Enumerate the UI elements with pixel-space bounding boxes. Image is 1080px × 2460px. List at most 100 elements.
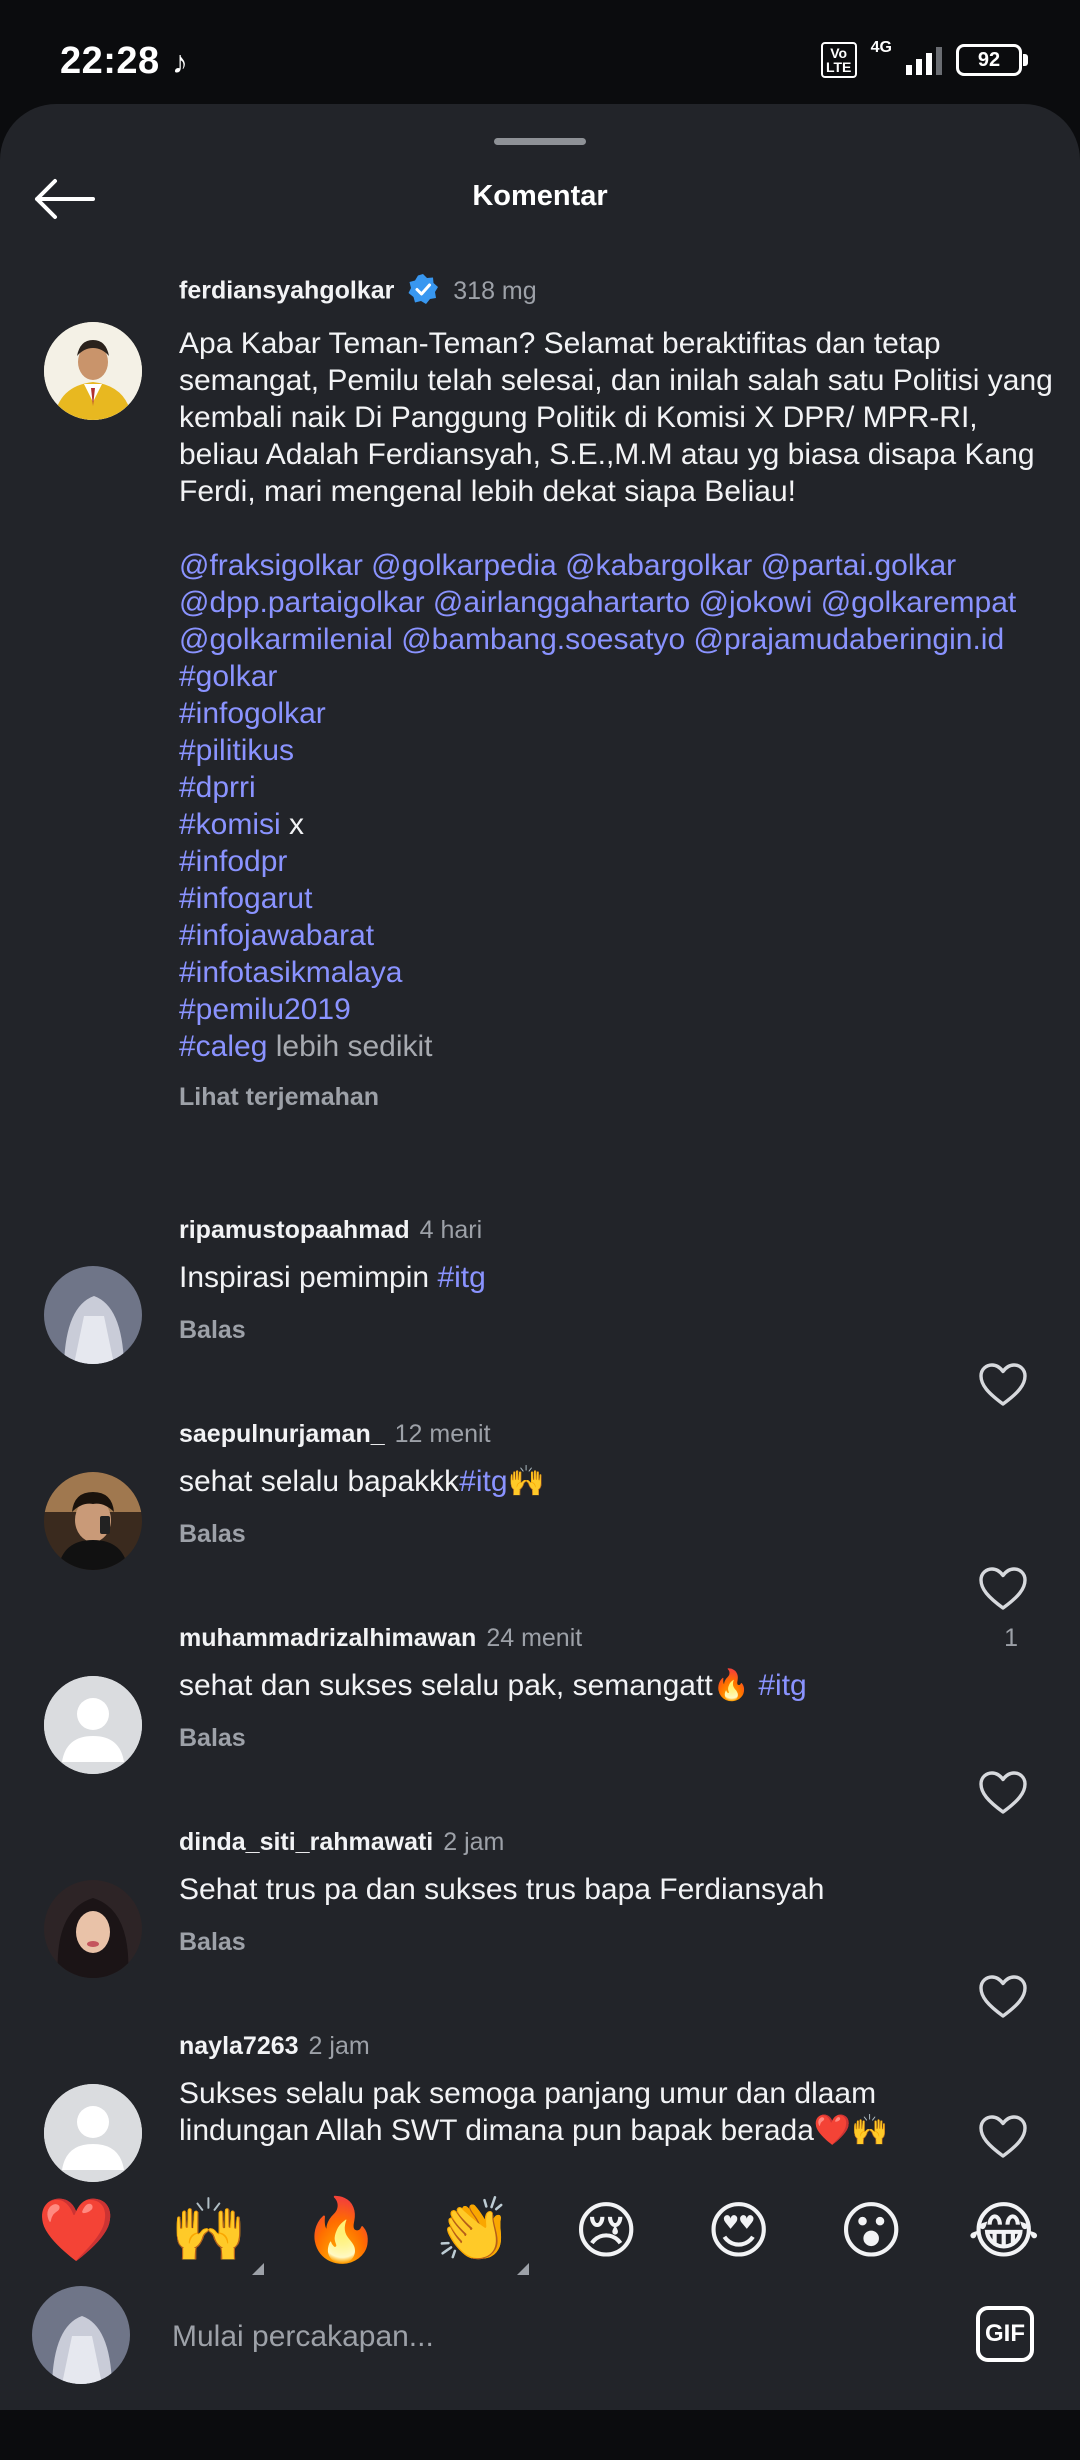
comment-time: 4 hari [419,1216,483,1244]
caption-tags: @fraksigolkar @golkarpedia @kabargolkar … [179,547,1059,1065]
my-avatar-image [32,2286,130,2384]
author-avatar[interactable] [44,322,142,420]
avatar[interactable] [44,1266,142,1364]
battery-icon: 92 [956,44,1028,76]
mention-line[interactable]: @dpp.partaigolkar @airlanggahartarto @jo… [179,584,1059,621]
like-heart-icon[interactable] [978,1770,1028,1816]
like-heart-icon[interactable] [978,1974,1028,2020]
hashtag-link[interactable]: #pemilu2019 [179,991,1059,1028]
comment-time: 2 jam [308,2032,370,2060]
reaction-laughing[interactable]: 😂 [959,2194,1049,2267]
comment-time: 12 menit [394,1420,491,1448]
hashtag-link[interactable]: #itg [437,1261,485,1294]
hashtag-link[interactable]: #golkar [179,658,1059,695]
comment-body: nayla7263 2 jam Sukses selalu pak semoga … [179,2032,940,2149]
battery-level: 92 [977,48,1001,71]
avatar[interactable] [44,1472,142,1570]
hashtag-link[interactable]: #dprri [179,769,1059,806]
hashtag-link[interactable]: #infotasikmalaya [179,954,1059,991]
comment-username[interactable]: muhammadrizalhimawan [179,1624,476,1652]
my-avatar [32,2286,130,2384]
hashtag-link[interactable]: #infogarut [179,880,1059,917]
caption-time: 318 mg [453,276,537,305]
reaction-clap[interactable]: 👏 [429,2194,529,2275]
avatar[interactable] [44,1676,142,1774]
comment-username[interactable]: nayla7263 [179,2032,299,2060]
reaction-crying[interactable]: 😢 [561,2194,651,2267]
tiktok-icon: ♪ [172,44,188,80]
reaction-raising-hands[interactable]: 🙌 [164,2194,264,2275]
page-title: Komentar [472,180,608,212]
reaction-emoji: 😢 [573,2196,639,2266]
like-heart-icon[interactable] [978,2114,1028,2160]
comment-body: muhammadrizalhimawan 24 menit sehat dan s… [179,1624,940,1753]
network-type: 4G [870,39,892,56]
comment-username[interactable]: dinda_siti_rahmawati [179,1828,433,1856]
hashtag-link[interactable]: #komisi [179,808,281,841]
comment-text: sehat selalu bapakkk#itg🙌 [179,1463,940,1500]
reaction-surprised[interactable]: 😮 [826,2194,916,2267]
comment-body: dinda_siti_rahmawati 2 jam Sehat trus pa … [179,1828,940,1957]
mention-line[interactable]: @fraksigolkar @golkarpedia @kabargolkar … [179,547,1059,584]
hashtag-link[interactable]: #caleg [179,1030,267,1063]
author-username[interactable]: ferdiansyahgolkar [179,277,394,305]
volte-icon: Vo LTE [820,42,857,78]
caption: ferdiansyahgolkar 318 mg Apa Kabar Teman… [179,273,1059,1112]
hashtag-link[interactable]: #itg [459,1465,507,1498]
comment-username[interactable]: saepulnurjaman_ [179,1420,385,1448]
avatar[interactable] [44,2084,142,2182]
reply-button[interactable]: Balas [179,1928,246,1957]
comment-time: 2 jam [443,1828,505,1856]
verified-icon [407,273,439,310]
reaction-emoji: 🙌 [170,2195,248,2265]
hashtag-link[interactable]: #infodpr [179,843,1059,880]
avatar-image [44,1472,142,1570]
hashtag-link[interactable]: #infojawabarat [179,917,1059,954]
comment-emoji: 🙌 [507,1465,545,1498]
signal-icon [906,45,942,75]
show-less-link[interactable]: lebih sedikit [267,1030,433,1063]
drag-handle[interactable] [494,138,586,145]
comment-composer: GIF [0,2280,1080,2410]
system-nav-bar [0,2410,1080,2460]
caption-text: Apa Kabar Teman-Teman? Selamat beraktifi… [179,327,1053,508]
default-avatar-icon [44,2084,142,2182]
see-translation-link[interactable]: Lihat terjemahan [179,1083,1059,1112]
like-heart-icon[interactable] [978,1566,1028,1612]
reaction-emoji: 🔥 [302,2195,380,2265]
reply-button[interactable]: Balas [179,1724,246,1753]
hashtag-link[interactable]: #infogolkar [179,695,1059,732]
comment-input[interactable] [170,2306,934,2368]
comment-text: sehat dan sukses selalu pak, semangatt🔥 … [179,1667,940,1704]
reply-button[interactable]: Balas [179,1316,246,1345]
reaction-emoji: 😮 [838,2196,904,2266]
comment-text-body: sehat dan sukses selalu pak, semangatt🔥 [179,1669,759,1702]
reaction-heart[interactable]: ❤️ [31,2194,121,2267]
reply-button[interactable]: Balas [179,1520,246,1549]
reaction-fire[interactable]: 🔥 [296,2194,386,2267]
gif-label: GIF [985,2320,1025,2347]
mention-line[interactable]: @golkarmilenial @bambang.soesatyo @praja… [179,621,1059,658]
avatar-image [44,1266,142,1364]
comment-time: 24 menit [486,1624,583,1652]
reaction-heart-eyes[interactable]: 😍 [694,2194,784,2267]
hashtag-link[interactable]: #itg [758,1669,806,1702]
hashtag-link[interactable]: #pilitikus [179,732,1059,769]
skin-tone-indicator [251,2262,264,2275]
avatar-image [44,1880,142,1978]
status-bar: 22:28 ♪ Vo LTE 4G 92 [0,0,1080,104]
reaction-emoji: 😂 [967,2196,1040,2266]
comment-username[interactable]: ripamustopaahmad [179,1216,410,1244]
comment-body: saepulnurjaman_ 12 menit sehat selalu bap… [179,1420,940,1549]
status-time: 22:28 [60,40,160,82]
default-avatar-icon [44,1676,142,1774]
avatar[interactable] [44,1880,142,1978]
comment-text: Sehat trus pa dan sukses trus bapa Ferdi… [179,1873,825,1906]
like-count: 1 [1004,1624,1018,1652]
like-heart-icon[interactable] [978,1362,1028,1408]
skin-tone-indicator [516,2262,529,2275]
gif-button[interactable]: GIF [976,2306,1034,2362]
reaction-emoji: ❤️ [37,2195,115,2265]
caption-text-fragment: x [280,808,305,841]
reaction-emoji: 👏 [435,2195,513,2265]
